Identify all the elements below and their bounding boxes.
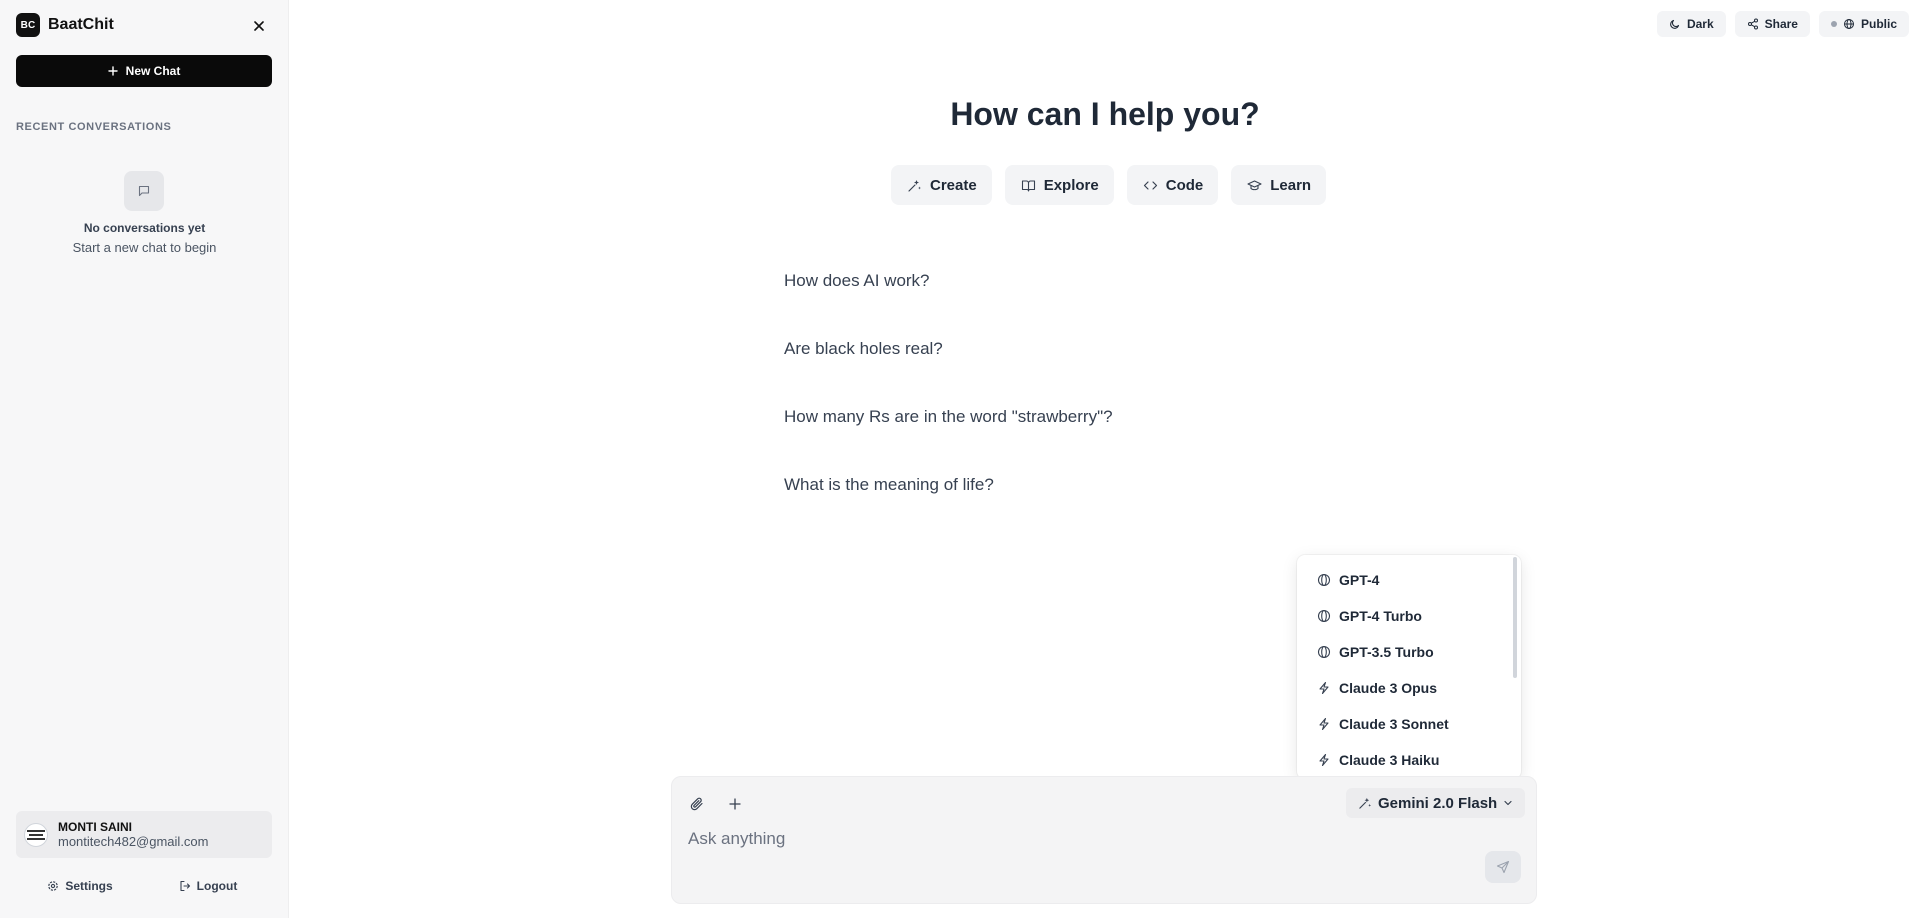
visibility-button[interactable]: Public [1818, 11, 1909, 37]
chat-composer: Gemini 2.0 Flash [671, 776, 1537, 904]
new-chat-label: New Chat [125, 64, 181, 78]
create-label: Create [930, 176, 977, 194]
create-button[interactable]: Create [891, 165, 992, 205]
suggestion-item[interactable]: How does AI work? [784, 271, 930, 291]
gear-icon [48, 881, 59, 891]
explore-button[interactable]: Explore [1004, 165, 1114, 205]
bolt-icon [1319, 681, 1329, 695]
brand-logo: BC [16, 13, 40, 37]
model-option[interactable]: Claude 3 Opus [1317, 678, 1437, 698]
suggestion-item[interactable]: What is the meaning of life? [784, 475, 994, 495]
model-option-label: GPT-4 Turbo [1339, 608, 1422, 624]
model-option-label: Claude 3 Sonnet [1339, 716, 1449, 732]
plus-icon [107, 66, 118, 76]
user-profile-card[interactable]: MONTI SAINI montitech482@gmail.com [16, 811, 272, 858]
globe-icon [1317, 609, 1331, 623]
globe-icon [1317, 573, 1331, 587]
moon-icon [1670, 19, 1679, 29]
model-option-label: Claude 3 Opus [1339, 680, 1438, 696]
app-name: BaatChit [48, 16, 114, 33]
globe-icon [1317, 645, 1331, 659]
model-option[interactable]: Claude 3 Sonnet [1317, 714, 1449, 734]
logout-icon [180, 880, 190, 892]
learn-label: Learn [1270, 176, 1312, 194]
empty-state-title: No conversations yet [83, 221, 206, 235]
recent-conversations-heading: RECENT CONVERSATIONS [16, 121, 172, 133]
share-label: Share [1764, 17, 1798, 31]
user-info: MONTI SAINI montitech482@gmail.com [58, 820, 208, 850]
add-button[interactable] [724, 793, 746, 815]
selected-model-label: Gemini 2.0 Flash [1378, 794, 1498, 812]
message-square-icon [124, 171, 164, 211]
dark-mode-button[interactable]: Dark [1656, 11, 1726, 37]
model-option[interactable]: GPT-3.5 Turbo [1317, 642, 1434, 662]
empty-state-subtitle: Start a new chat to begin [72, 240, 217, 255]
bolt-icon [1319, 717, 1329, 731]
sparkles-icon [1359, 797, 1372, 809]
visibility-label: Public [1860, 17, 1897, 31]
model-option[interactable]: GPT-4 Turbo [1317, 606, 1422, 626]
new-chat-button[interactable]: New Chat [16, 55, 272, 87]
brand: BC BaatChit [16, 13, 114, 37]
chevron-down-icon [1504, 800, 1512, 806]
model-option-label: GPT-4 [1339, 572, 1380, 588]
close-sidebar-button[interactable] [250, 17, 268, 35]
logout-label: Logout [196, 879, 238, 893]
settings-label: Settings [65, 879, 113, 893]
settings-button[interactable]: Settings [16, 876, 144, 896]
bolt-icon [1319, 753, 1329, 767]
code-label: Code [1165, 176, 1204, 194]
plus-icon [729, 798, 741, 810]
logout-button[interactable]: Logout [144, 876, 272, 896]
code-button[interactable]: Code [1126, 165, 1219, 205]
suggestion-item[interactable]: Are black holes real? [784, 339, 943, 359]
page-title: How can I help you? [950, 96, 1260, 132]
model-option-label: GPT-3.5 Turbo [1339, 644, 1434, 660]
dark-mode-label: Dark [1686, 17, 1714, 31]
user-email: montitech482@gmail.com [58, 833, 209, 849]
paperclip-icon [690, 797, 703, 811]
send-icon [1496, 860, 1510, 874]
status-dot [1830, 21, 1837, 27]
model-option[interactable]: GPT-4 [1317, 570, 1379, 590]
user-name: MONTI SAINI [58, 819, 132, 834]
model-option[interactable]: Claude 3 Haiku [1317, 750, 1439, 770]
send-button[interactable] [1485, 851, 1521, 883]
close-icon [254, 21, 264, 31]
prompt-input[interactable] [688, 827, 1308, 851]
avatar [24, 822, 48, 847]
model-dropdown-menu: GPT-4 GPT-4 Turbo GPT-3.5 Turbo Claude 3… [1297, 555, 1521, 779]
graduation-cap-icon [1247, 179, 1262, 190]
sparkles-icon [908, 179, 921, 192]
attach-button[interactable] [686, 793, 708, 815]
explore-label: Explore [1043, 176, 1099, 194]
globe-icon [1843, 19, 1854, 29]
share-icon [1747, 18, 1758, 30]
quick-actions: Create Explore Code Learn [891, 165, 1327, 205]
learn-button[interactable]: Learn [1231, 165, 1327, 205]
dropdown-scrollbar[interactable] [1513, 557, 1517, 678]
sidebar-footer: Settings Logout [16, 876, 272, 896]
model-option-label: Claude 3 Haiku [1339, 752, 1440, 768]
book-icon [1021, 179, 1035, 192]
model-selector[interactable]: Gemini 2.0 Flash [1346, 788, 1526, 818]
share-button[interactable]: Share [1734, 11, 1810, 37]
suggestion-item[interactable]: How many Rs are in the word "strawberry"… [784, 407, 1113, 427]
sidebar: BC BaatChit New Chat RECENT CONVERSATION… [0, 0, 289, 918]
top-actions: Dark Share Public [1656, 11, 1909, 37]
code-icon [1143, 180, 1157, 190]
